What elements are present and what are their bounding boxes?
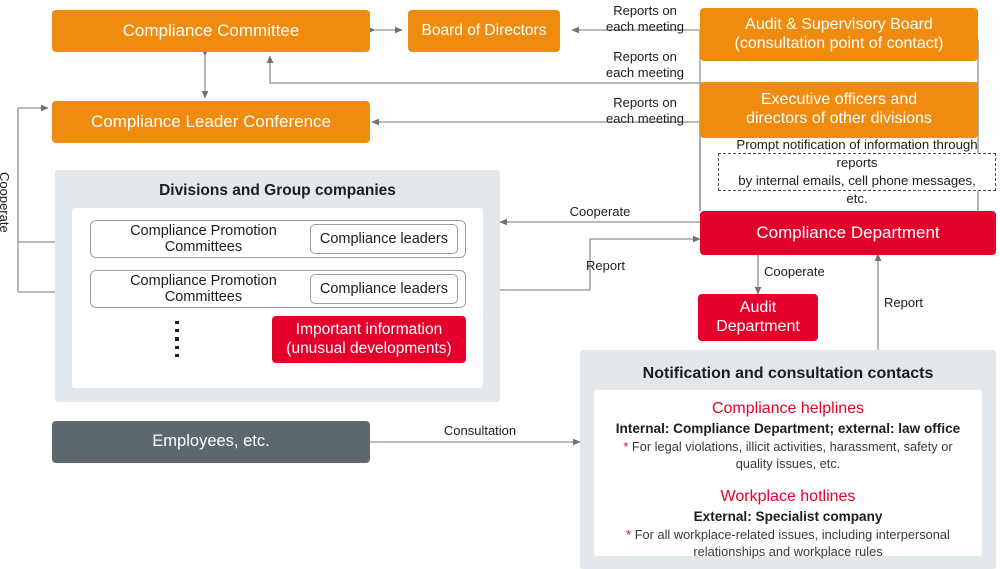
node-important-information[interactable]: Important information (unusual developme… bbox=[272, 316, 466, 363]
node-audit-supervisory-board[interactable]: Audit & Supervisory Board (consultation … bbox=[700, 8, 978, 61]
panel-notification-inner: Compliance helplines Internal: Complianc… bbox=[594, 390, 982, 559]
node-compliance-leader-conference-label: Compliance Leader Conference bbox=[90, 111, 332, 131]
vertical-ellipsis-icon bbox=[172, 318, 182, 360]
edge-label-cooperate-center: Cooperate bbox=[569, 204, 631, 219]
edge-label-reports-top-line1: Reports on bbox=[613, 3, 677, 18]
node-employees-label: Employees, etc. bbox=[152, 432, 270, 451]
node-executive-officers-line2: directors of other divisions bbox=[746, 110, 932, 127]
asterisk-icon: * bbox=[623, 439, 629, 454]
division-row[interactable]: Compliance Promotion Committees Complian… bbox=[90, 270, 466, 308]
node-compliance-committee[interactable]: Compliance Committee bbox=[52, 10, 370, 52]
node-compliance-committee-label: Compliance Committee bbox=[122, 20, 300, 40]
notification-section-heading: Workplace hotlines bbox=[720, 488, 856, 505]
node-compliance-department-label: Compliance Department bbox=[756, 222, 940, 242]
node-audit-supervisory-board-line1: Audit & Supervisory Board bbox=[745, 15, 933, 33]
notification-section-note-text: For all workplace-related issues, includ… bbox=[634, 527, 950, 559]
node-audit-department-line2: Department bbox=[716, 317, 800, 335]
node-important-information-line2: (unusual developments) bbox=[286, 339, 452, 357]
notification-section-note-text: For legal violations, illicit activities… bbox=[631, 439, 953, 471]
panel-divisions-title: Divisions and Group companies bbox=[159, 182, 396, 199]
edge-label-consultation: Consultation bbox=[443, 423, 517, 438]
notification-section-subtitle: Internal: Compliance Department; externa… bbox=[615, 421, 961, 436]
callout-prompt-notification-line1: Prompt notification of information throu… bbox=[736, 137, 978, 171]
notification-section-note: * For all workplace-related issues, incl… bbox=[594, 527, 982, 561]
asterisk-icon: * bbox=[626, 527, 632, 542]
notification-section-subtitle: External: Specialist company bbox=[693, 509, 883, 524]
panel-divisions: Divisions and Group companies Compliance… bbox=[55, 170, 500, 402]
notification-section-helplines: Compliance helplines Internal: Complianc… bbox=[594, 400, 982, 473]
callout-prompt-notification: Prompt notification of information throu… bbox=[718, 137, 996, 206]
edge-label-reports-top: Reports on each meeting bbox=[590, 3, 700, 35]
node-compliance-leader-conference[interactable]: Compliance Leader Conference bbox=[52, 101, 370, 143]
edge-label-cooperate-left: Cooperate bbox=[0, 172, 12, 233]
node-board-of-directors[interactable]: Board of Directors bbox=[408, 10, 560, 52]
edge-label-reports-low-line2: each meeting bbox=[605, 110, 685, 126]
edge-label-reports-low-line1: Reports on bbox=[613, 95, 677, 110]
notification-section-heading: Compliance helplines bbox=[711, 400, 865, 417]
node-executive-officers[interactable]: Executive officers and directors of othe… bbox=[700, 82, 978, 138]
edge-label-reports-mid: Reports on each meeting bbox=[590, 49, 700, 81]
notification-section-note: * For legal violations, illicit activiti… bbox=[594, 439, 982, 473]
node-compliance-department[interactable]: Compliance Department bbox=[700, 211, 996, 255]
callout-prompt-notification-line2: by internal emails, cell phone messages,… bbox=[738, 173, 976, 206]
node-audit-department-line1: Audit bbox=[739, 298, 777, 316]
edge-label-reports-low: Reports on each meeting bbox=[590, 95, 700, 127]
edge-label-reports-mid-line2: each meeting bbox=[605, 64, 685, 80]
edge-label-reports-mid-line1: Reports on bbox=[613, 49, 677, 64]
division-row-chip[interactable]: Compliance leaders bbox=[309, 274, 458, 304]
node-audit-department[interactable]: Audit Department bbox=[698, 294, 818, 341]
node-employees[interactable]: Employees, etc. bbox=[52, 421, 370, 463]
notification-section-hotlines: Workplace hotlines External: Specialist … bbox=[594, 488, 982, 561]
division-row-label: Compliance Promotion Committees bbox=[130, 223, 277, 255]
panel-notification-contacts: Notification and consultation contacts C… bbox=[580, 350, 996, 569]
edge-label-report-notification: Report bbox=[884, 295, 924, 310]
division-row[interactable]: Compliance Promotion Committees Complian… bbox=[90, 220, 466, 258]
compliance-structure-diagram: Compliance Committee Board of Directors … bbox=[0, 0, 1000, 569]
node-important-information-line1: Important information bbox=[295, 321, 443, 339]
node-board-of-directors-label: Board of Directors bbox=[421, 21, 547, 39]
division-row-label: Compliance Promotion Committees bbox=[130, 273, 277, 305]
division-row-chip[interactable]: Compliance leaders bbox=[309, 224, 458, 254]
edge-label-reports-top-line2: each meeting bbox=[605, 18, 685, 34]
panel-divisions-inner: Compliance Promotion Committees Complian… bbox=[72, 208, 483, 388]
panel-notification-title: Notification and consultation contacts bbox=[642, 365, 934, 382]
edge-label-cooperate-audit: Cooperate bbox=[764, 264, 825, 279]
edge-label-report-divisions: Report bbox=[586, 258, 626, 273]
node-audit-supervisory-board-line2: (consultation point of contact) bbox=[734, 34, 944, 52]
node-executive-officers-line1: Executive officers and bbox=[760, 91, 918, 109]
